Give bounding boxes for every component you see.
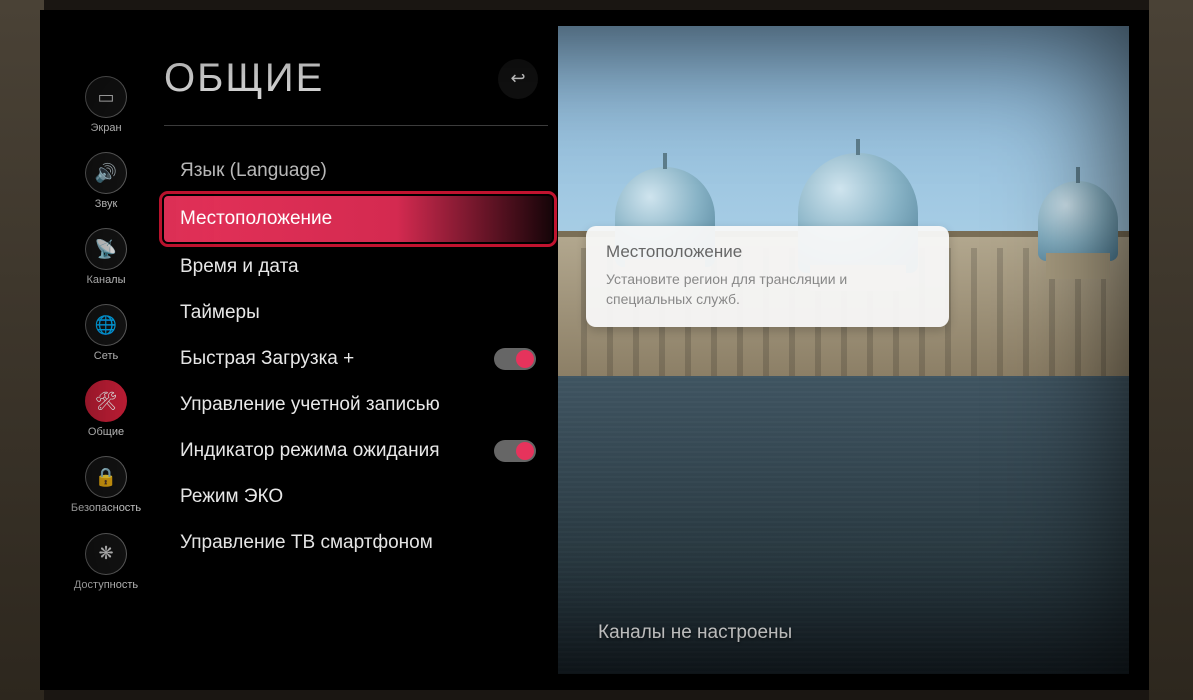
page-title: ОБЩИЕ bbox=[164, 56, 324, 101]
sidebar-item-accessibility[interactable]: ❋ Доступность bbox=[74, 533, 138, 591]
background-scene bbox=[558, 26, 1129, 674]
settings-panel: ОБЩИЕ ↩ Язык (Language) Местоположение В… bbox=[148, 26, 558, 674]
sidebar-item-network[interactable]: 🌐 Сеть bbox=[85, 304, 127, 362]
satellite-icon: 📡 bbox=[85, 228, 127, 270]
menu-item-mobile-tv[interactable]: Управление ТВ смартфоном bbox=[158, 520, 558, 566]
back-arrow-icon: ↩ bbox=[510, 68, 525, 89]
sidebar-item-label: Экран bbox=[90, 122, 121, 134]
menu-item-label: Быстрая Загрузка + bbox=[180, 348, 494, 370]
info-title: Местоположение bbox=[606, 242, 929, 262]
sidebar-item-label: Сеть bbox=[94, 350, 118, 362]
menu-item-time-date[interactable]: Время и дата bbox=[158, 244, 558, 290]
tv-bezel: ▭ Экран 🔊 Звук 📡 Каналы 🌐 Сеть 🛠 Общие 🔒 bbox=[40, 10, 1153, 690]
sidebar-item-screen[interactable]: ▭ Экран bbox=[85, 76, 127, 134]
back-button[interactable]: ↩ bbox=[498, 59, 538, 99]
menu-item-label: Управление ТВ смартфоном bbox=[180, 532, 536, 554]
sidebar-item-security[interactable]: 🔒 Безопасность bbox=[71, 456, 141, 514]
sidebar-item-sound[interactable]: 🔊 Звук bbox=[85, 152, 127, 210]
sidebar-item-label: Каналы bbox=[86, 274, 125, 286]
menu-item-label: Управление учетной записью bbox=[180, 394, 536, 416]
menu-item-label: Индикатор режима ожидания bbox=[180, 440, 494, 462]
info-description: Установите регион для трансляции и специ… bbox=[606, 270, 929, 309]
quick-start-toggle[interactable] bbox=[494, 348, 536, 370]
menu-item-standby-led[interactable]: Индикатор режима ожидания bbox=[158, 428, 558, 474]
accessibility-icon: ❋ bbox=[85, 533, 127, 575]
menu-item-timers[interactable]: Таймеры bbox=[158, 290, 558, 336]
menu-item-label: Язык (Language) bbox=[180, 160, 536, 182]
menu-item-quick-start[interactable]: Быстрая Загрузка + bbox=[158, 336, 558, 382]
screen: ▭ Экран 🔊 Звук 📡 Каналы 🌐 Сеть 🛠 Общие 🔒 bbox=[64, 26, 1129, 674]
lock-icon: 🔒 bbox=[85, 456, 127, 498]
channel-status: Каналы не настроены bbox=[578, 622, 1069, 644]
settings-category-rail: ▭ Экран 🔊 Звук 📡 Каналы 🌐 Сеть 🛠 Общие 🔒 bbox=[64, 26, 148, 674]
dome-icon bbox=[1038, 181, 1118, 261]
sidebar-item-channels[interactable]: 📡 Каналы bbox=[85, 228, 127, 286]
sidebar-item-general[interactable]: 🛠 Общие bbox=[85, 380, 127, 438]
menu-item-label: Время и дата bbox=[180, 256, 536, 278]
screen-icon: ▭ bbox=[85, 76, 127, 118]
menu-item-label: Местоположение bbox=[180, 208, 530, 230]
standby-led-toggle[interactable] bbox=[494, 440, 536, 462]
menu-item-label: Таймеры bbox=[180, 302, 536, 324]
menu-item-account[interactable]: Управление учетной записью bbox=[158, 382, 558, 428]
menu-item-location[interactable]: Местоположение bbox=[164, 196, 552, 242]
divider bbox=[164, 125, 548, 126]
wrench-icon: 🛠 bbox=[85, 380, 127, 422]
menu-item-language[interactable]: Язык (Language) bbox=[158, 148, 558, 194]
sidebar-item-label: Общие bbox=[88, 426, 124, 438]
toggle-knob-icon bbox=[516, 350, 534, 368]
preview-pane: Местоположение Установите регион для тра… bbox=[558, 26, 1129, 674]
toggle-knob-icon bbox=[516, 442, 534, 460]
settings-menu: Язык (Language) Местоположение Время и д… bbox=[158, 148, 558, 566]
speaker-icon: 🔊 bbox=[85, 152, 127, 194]
sidebar-item-label: Звук bbox=[95, 198, 118, 210]
menu-item-eco-mode[interactable]: Режим ЭКО bbox=[158, 474, 558, 520]
panel-header: ОБЩИЕ ↩ bbox=[158, 26, 558, 121]
sidebar-item-label: Доступность bbox=[74, 579, 138, 591]
info-tooltip: Местоположение Установите регион для тра… bbox=[586, 226, 949, 327]
sidebar-item-label: Безопасность bbox=[71, 502, 141, 514]
menu-item-label: Режим ЭКО bbox=[180, 486, 536, 508]
globe-icon: 🌐 bbox=[85, 304, 127, 346]
